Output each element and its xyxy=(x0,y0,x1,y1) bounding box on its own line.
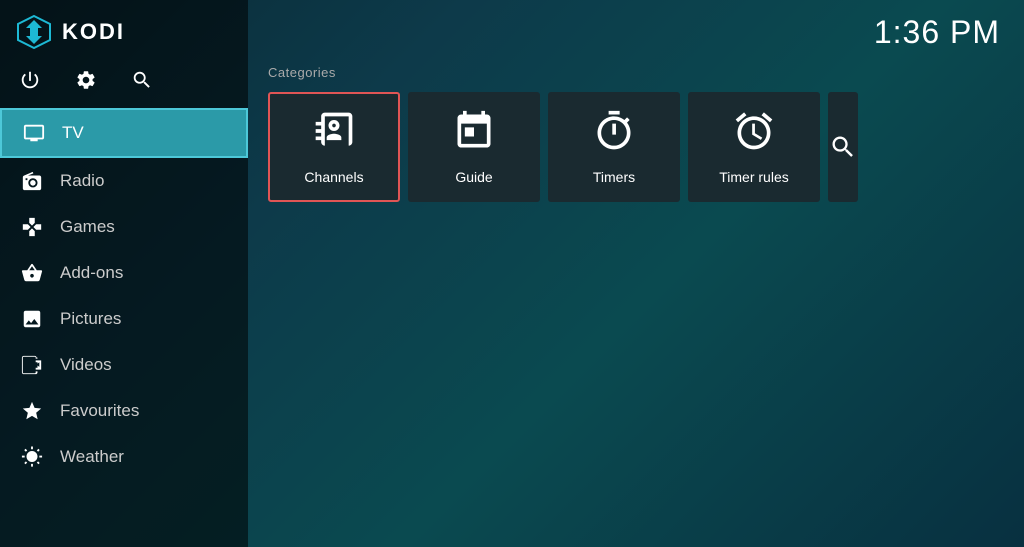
sidebar-item-weather[interactable]: Weather xyxy=(0,434,248,480)
sidebar-item-games-label: Games xyxy=(60,217,115,237)
sidebar-item-addons[interactable]: Add-ons xyxy=(0,250,248,296)
category-tile-search-partial[interactable] xyxy=(828,92,858,202)
sidebar-icon-row xyxy=(0,60,248,108)
sidebar-item-radio[interactable]: Radio xyxy=(0,158,248,204)
category-tile-guide[interactable]: Guide xyxy=(408,92,540,202)
sidebar-item-videos[interactable]: Videos xyxy=(0,342,248,388)
weather-icon xyxy=(20,445,44,469)
sidebar-item-addons-label: Add-ons xyxy=(60,263,123,283)
guide-tile-icon xyxy=(452,109,496,159)
sidebar-item-tv[interactable]: TV xyxy=(0,108,248,158)
sidebar: KODI TV xyxy=(0,0,248,547)
sidebar-item-tv-label: TV xyxy=(62,123,84,143)
sidebar-item-games[interactable]: Games xyxy=(0,204,248,250)
tv-icon xyxy=(22,121,46,145)
sidebar-item-pictures[interactable]: Pictures xyxy=(0,296,248,342)
app-title: KODI xyxy=(62,19,125,45)
category-tile-timers[interactable]: Timers xyxy=(548,92,680,202)
timers-tile-label: Timers xyxy=(593,169,635,185)
channels-tile-icon xyxy=(312,109,356,159)
videos-icon xyxy=(20,353,44,377)
top-bar: 1:36 PM xyxy=(248,0,1024,51)
sidebar-item-weather-label: Weather xyxy=(60,447,124,467)
category-tile-timer-rules[interactable]: Timer rules xyxy=(688,92,820,202)
favourites-icon xyxy=(20,399,44,423)
guide-tile-label: Guide xyxy=(455,169,492,185)
settings-icon[interactable] xyxy=(72,66,100,94)
power-icon[interactable] xyxy=(16,66,44,94)
timer-rules-tile-icon xyxy=(732,109,776,159)
search-icon[interactable] xyxy=(128,66,156,94)
timer-rules-tile-label: Timer rules xyxy=(719,169,789,185)
sidebar-item-radio-label: Radio xyxy=(60,171,104,191)
nav-menu: TV Radio Games xyxy=(0,108,248,547)
sidebar-item-favourites[interactable]: Favourites xyxy=(0,388,248,434)
timers-tile-icon xyxy=(592,109,636,159)
kodi-logo-icon xyxy=(16,14,52,50)
main-content: 1:36 PM Categories Channels xyxy=(248,0,1024,547)
channels-tile-label: Channels xyxy=(304,169,363,185)
sidebar-item-favourites-label: Favourites xyxy=(60,401,139,421)
sidebar-header: KODI xyxy=(0,0,248,60)
category-tiles-container: Channels Guide Timers xyxy=(268,92,1004,202)
categories-section: Categories Channels Guide xyxy=(248,51,1024,202)
clock-display: 1:36 PM xyxy=(874,14,1000,51)
sidebar-item-pictures-label: Pictures xyxy=(60,309,121,329)
radio-icon xyxy=(20,169,44,193)
games-icon xyxy=(20,215,44,239)
addons-icon xyxy=(20,261,44,285)
category-tile-channels[interactable]: Channels xyxy=(268,92,400,202)
pictures-icon xyxy=(20,307,44,331)
categories-label: Categories xyxy=(268,65,1004,80)
sidebar-item-videos-label: Videos xyxy=(60,355,112,375)
